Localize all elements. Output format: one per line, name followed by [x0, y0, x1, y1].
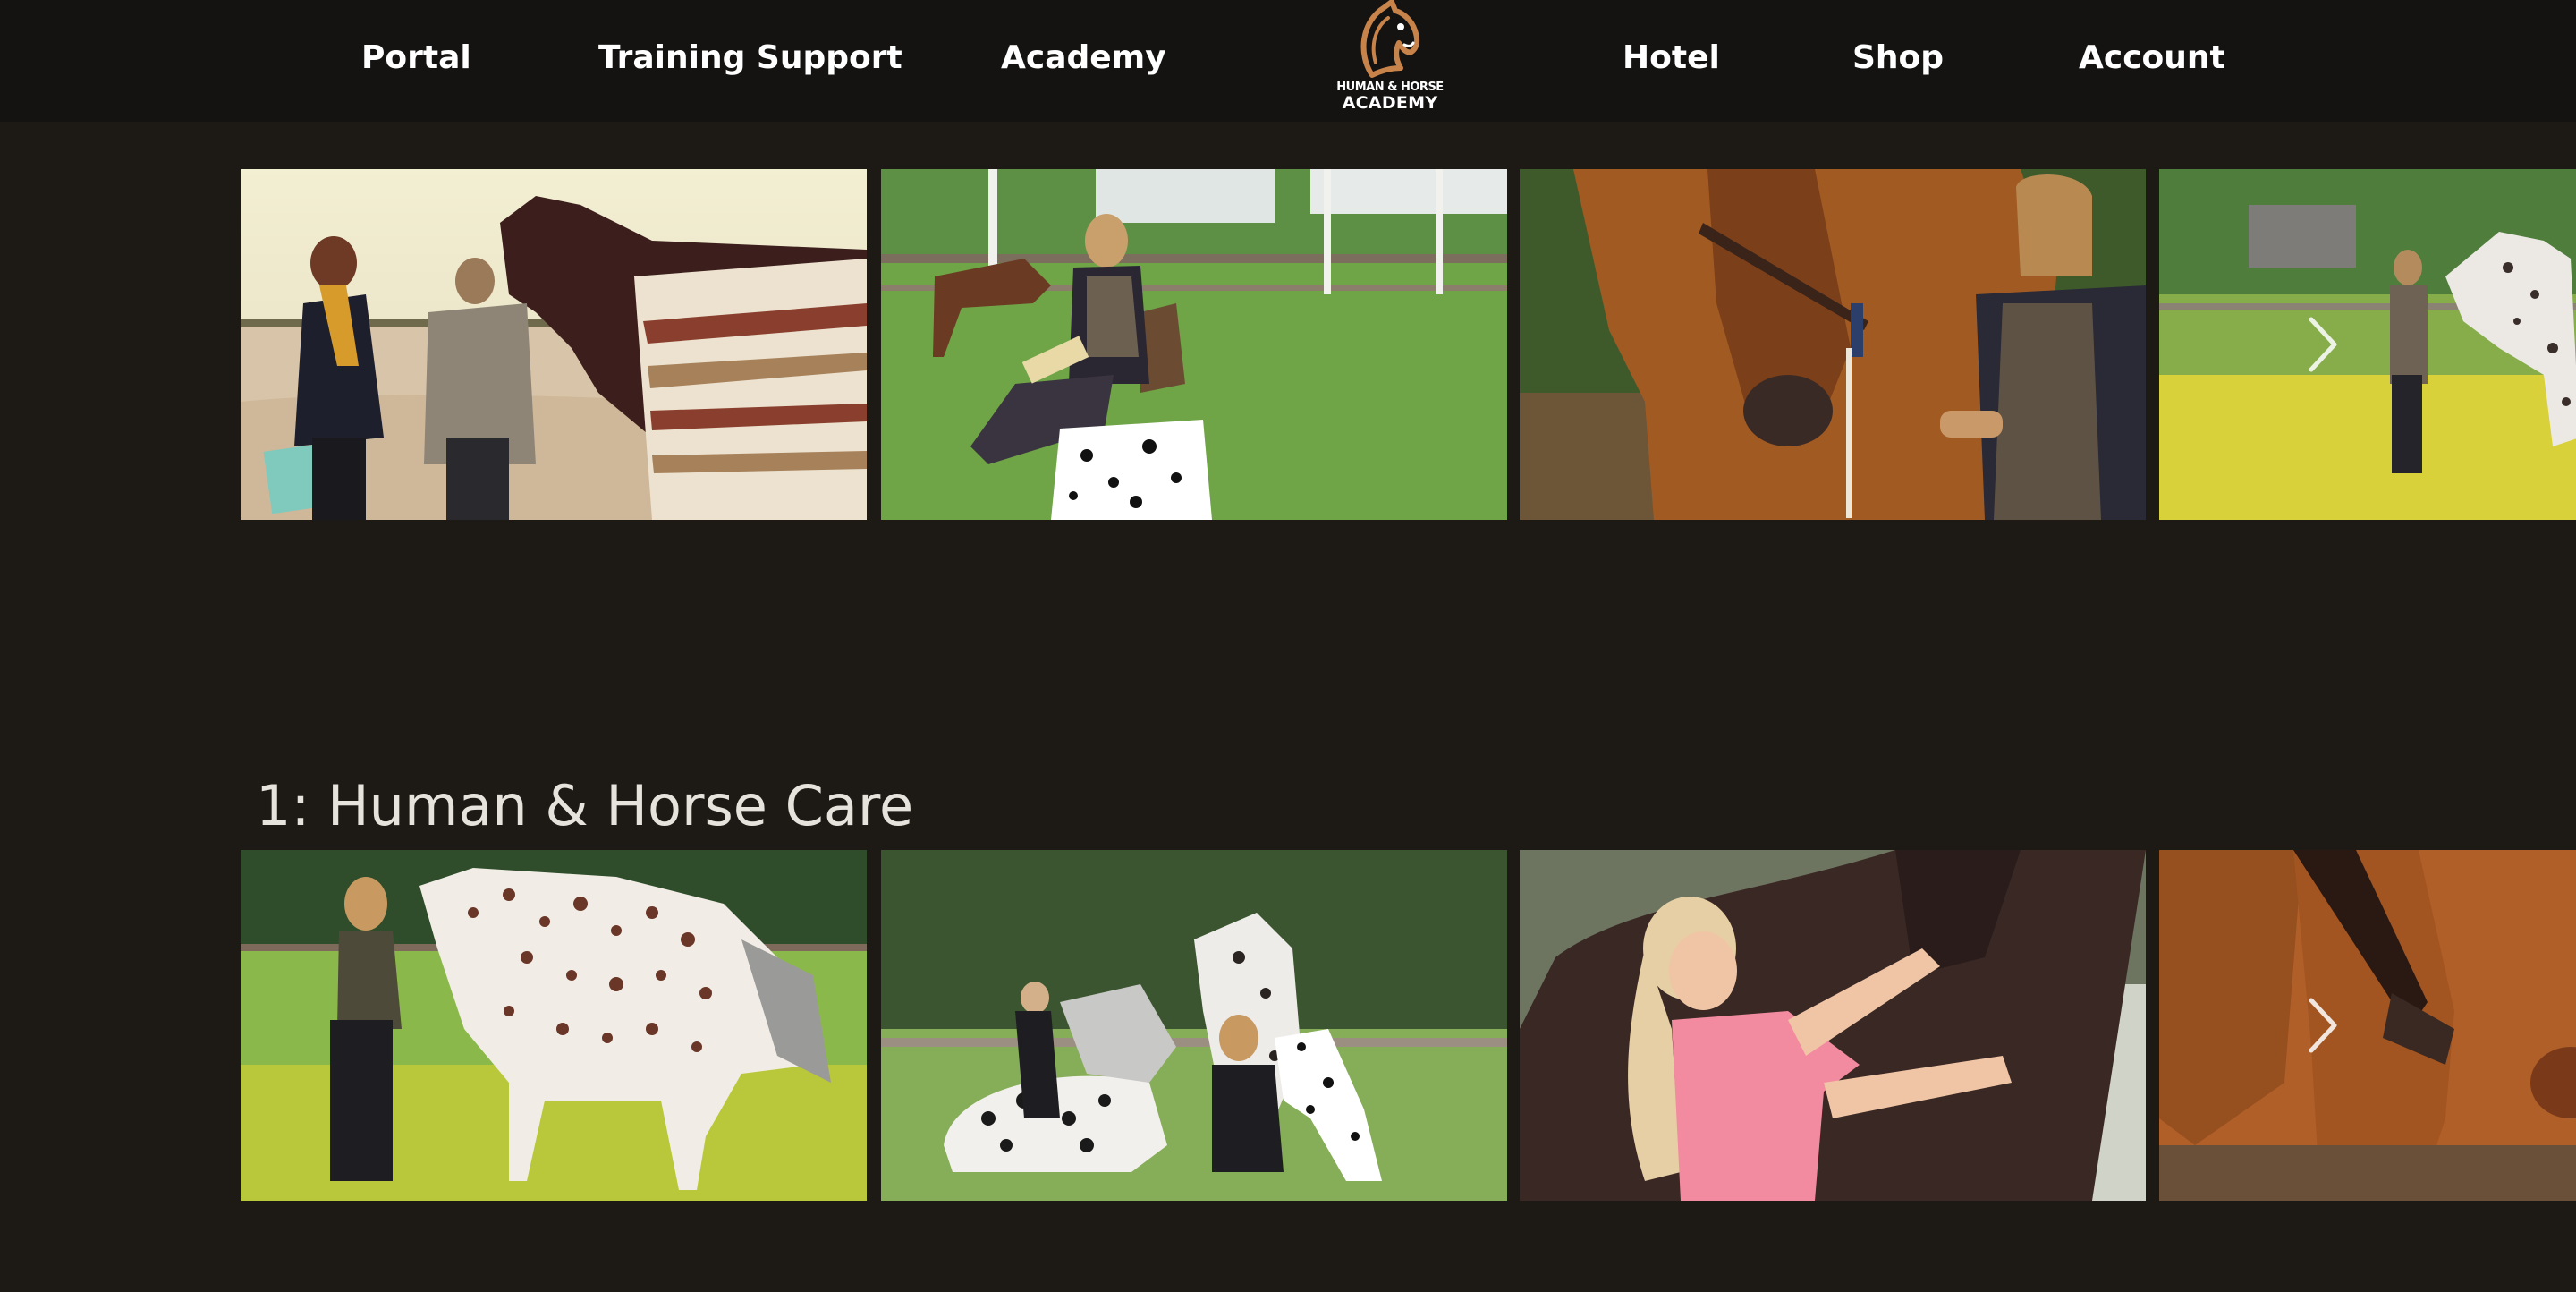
carousel-1-next-chevron-right-icon[interactable]: [2301, 309, 2345, 380]
nav-hotel[interactable]: Hotel: [1623, 36, 1720, 81]
nav-shop[interactable]: Shop: [1852, 36, 1944, 81]
thumbnail-image: [241, 850, 867, 1201]
thumbnail-image: [2159, 169, 2576, 520]
nav-training-support[interactable]: Training Support: [598, 36, 902, 81]
video-card[interactable]: [2159, 169, 2576, 520]
academy-logo[interactable]: HUMAN & HORSE ACADEMY: [1333, 0, 1447, 113]
thumbnail-image: [881, 169, 1507, 520]
video-card[interactable]: [241, 169, 867, 520]
section-title: 1: Human & Horse Care: [256, 773, 914, 839]
thumbnail-image: [241, 169, 867, 520]
nav-portal[interactable]: Portal: [361, 36, 471, 81]
site-header: Portal Training Support Academy HUMAN & …: [0, 0, 2576, 122]
video-card[interactable]: [1520, 850, 2146, 1201]
video-card[interactable]: [2159, 850, 2576, 1201]
logo-text-top: HUMAN & HORSE: [1336, 81, 1444, 94]
nav-academy[interactable]: Academy: [1001, 36, 1166, 81]
logo-text-bottom: ACADEMY: [1342, 93, 1438, 113]
thumbnail-image: [881, 850, 1507, 1201]
thumbnail-image: [2159, 850, 2576, 1201]
nav-account[interactable]: Account: [2079, 36, 2225, 81]
horse-head-icon: [1360, 0, 1420, 78]
video-card[interactable]: [881, 850, 1507, 1201]
carousel-2-next-chevron-right-icon[interactable]: [2301, 990, 2345, 1061]
video-card[interactable]: [1520, 169, 2146, 520]
video-carousel-2: [0, 850, 2576, 1201]
thumbnail-image: [1520, 169, 2146, 520]
video-carousel-1: [0, 169, 2576, 520]
video-card[interactable]: [241, 850, 867, 1201]
thumbnail-image: [1520, 850, 2146, 1201]
video-card[interactable]: [881, 169, 1507, 520]
